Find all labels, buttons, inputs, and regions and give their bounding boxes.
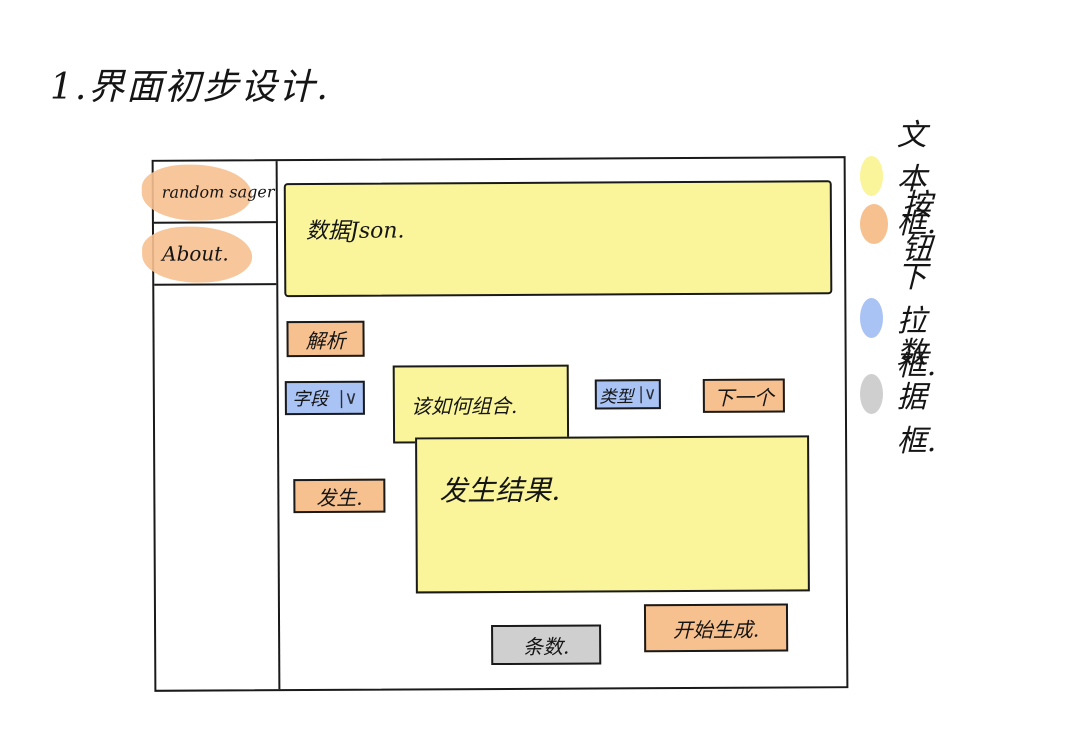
json-input-text: 数据Json. bbox=[305, 218, 405, 245]
next-button[interactable]: 下一个 bbox=[702, 378, 785, 413]
json-input-textbox[interactable]: 数据Json. bbox=[283, 180, 833, 298]
sidebar-item-label: About. bbox=[162, 241, 229, 266]
field-dropdown-label: 字段 bbox=[292, 388, 329, 411]
field-dropdown[interactable]: 字段 |∨ bbox=[284, 380, 365, 416]
page-title: 1.界面初步设计. bbox=[50, 67, 330, 108]
result-textbox[interactable]: 发生结果. bbox=[415, 435, 810, 594]
legend-label: 数据框. bbox=[896, 336, 937, 459]
legend-swatch bbox=[860, 374, 883, 414]
type-dropdown[interactable]: 类型 |∨ bbox=[594, 379, 661, 410]
chevron-down-icon: |∨ bbox=[638, 384, 657, 405]
app-window: random sager About. 数据Json. 解析 字段 |∨ 该如何… bbox=[141, 156, 849, 692]
chevron-down-icon: |∨ bbox=[338, 387, 358, 409]
sidebar: random sager About. bbox=[141, 161, 281, 690]
count-number-box[interactable]: 条数. bbox=[491, 624, 602, 666]
parse-button[interactable]: 解析 bbox=[286, 320, 365, 358]
sidebar-item-label: random sager bbox=[161, 181, 275, 202]
sidebar-item-about[interactable]: About. bbox=[141, 223, 277, 286]
sidebar-item-random-sager[interactable]: random sager bbox=[141, 161, 276, 224]
legend-swatch bbox=[860, 204, 888, 244]
start-generate-button[interactable]: 开始生成. bbox=[643, 603, 789, 653]
type-dropdown-label: 类型 bbox=[599, 386, 634, 407]
result-text: 发生结果. bbox=[439, 473, 561, 508]
field-combination-textbox[interactable]: 该如何组合. bbox=[392, 364, 570, 444]
field-combination-text: 该如何组合. bbox=[410, 393, 518, 418]
legend-item-numberbox: 数据框. bbox=[860, 328, 954, 460]
generate-button[interactable]: 发生. bbox=[293, 478, 386, 514]
